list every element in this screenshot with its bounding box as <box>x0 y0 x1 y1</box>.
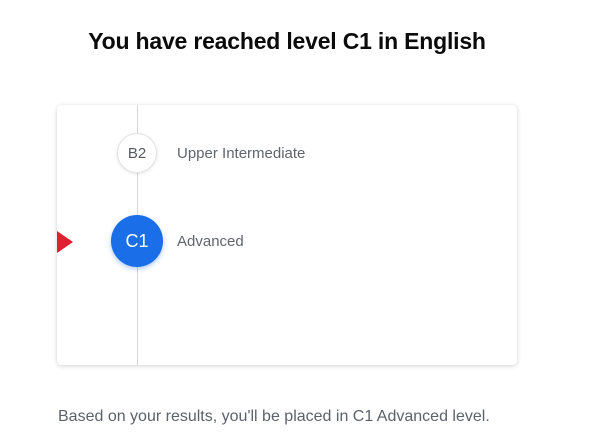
result-headline: You have reached level C1 in English <box>88 28 486 54</box>
level-timeline-card: B2 Upper Intermediate C1 Advanced <box>57 105 517 365</box>
level-badge-c1: C1 <box>111 215 163 267</box>
placement-result-text: Based on your results, you'll be placed … <box>58 408 490 425</box>
level-badge-b2: B2 <box>117 133 157 173</box>
current-level-pointer-icon <box>57 231 73 253</box>
results-page: You have reached level C1 in English B2 … <box>0 0 611 445</box>
level-name-b2: Upper Intermediate <box>177 145 306 162</box>
level-name-c1: Advanced <box>177 233 244 250</box>
